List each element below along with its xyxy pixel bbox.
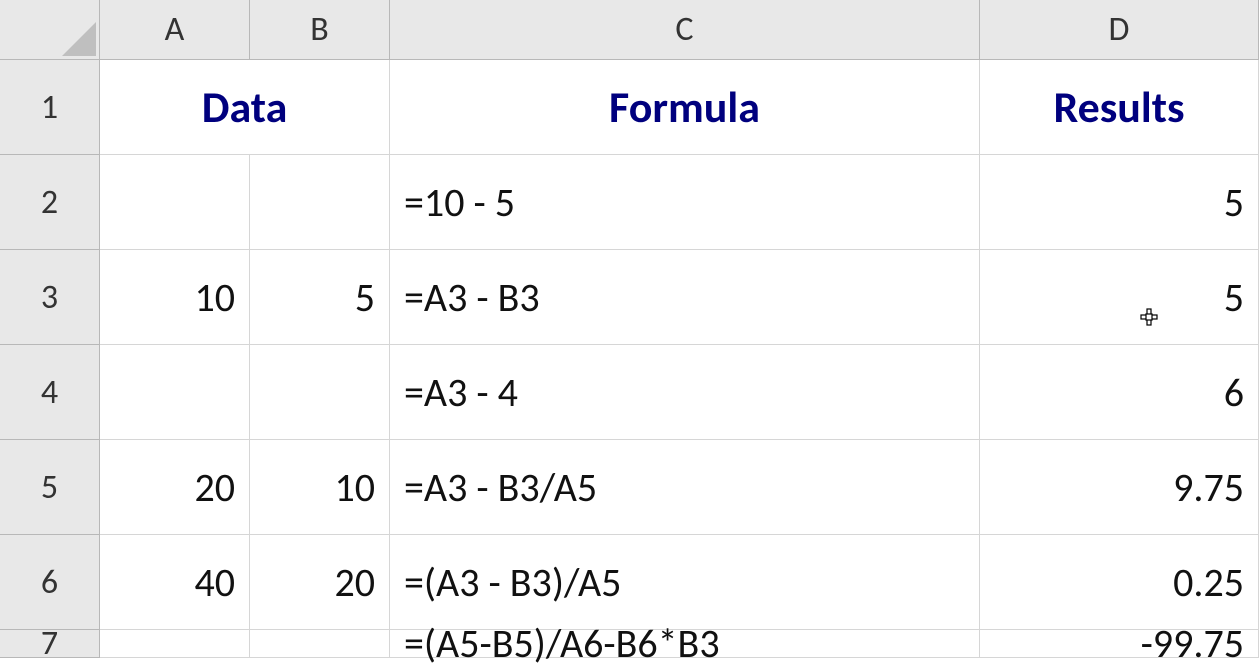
select-all-corner[interactable]: [0, 0, 100, 60]
spreadsheet-grid: A B C D 1 Data Formula Results 2 =10 - 5…: [0, 0, 1259, 658]
cell-C4[interactable]: =A3 - 4: [390, 345, 980, 440]
cell-B5[interactable]: 10: [250, 440, 390, 535]
header-data[interactable]: Data: [100, 60, 390, 155]
cell-C3[interactable]: =A3 - B3: [390, 250, 980, 345]
cell-A4[interactable]: [100, 345, 250, 440]
row-header-4[interactable]: 4: [0, 345, 100, 440]
row-header-7[interactable]: 7: [0, 630, 100, 658]
cell-A3[interactable]: 10: [100, 250, 250, 345]
row-header-6[interactable]: 6: [0, 535, 100, 630]
col-header-D[interactable]: D: [980, 0, 1259, 60]
cell-B2[interactable]: [250, 155, 390, 250]
cell-C6[interactable]: =(A3 - B3)/A5: [390, 535, 980, 630]
row-header-5[interactable]: 5: [0, 440, 100, 535]
cell-D4[interactable]: 6: [980, 345, 1259, 440]
cell-C5[interactable]: =A3 - B3/A5: [390, 440, 980, 535]
select-all-triangle-icon: [61, 21, 97, 57]
cell-D7[interactable]: -99.75: [980, 630, 1259, 658]
cell-C7[interactable]: =(A5-B5)/A6-B6*B3: [390, 630, 980, 658]
cell-D3[interactable]: 5: [980, 250, 1259, 345]
cell-A5[interactable]: 20: [100, 440, 250, 535]
cell-C2[interactable]: =10 - 5: [390, 155, 980, 250]
col-header-C[interactable]: C: [390, 0, 980, 60]
row-header-3[interactable]: 3: [0, 250, 100, 345]
col-header-A[interactable]: A: [100, 0, 250, 60]
cell-B7[interactable]: [250, 630, 390, 658]
cell-B3[interactable]: 5: [250, 250, 390, 345]
cell-B4[interactable]: [250, 345, 390, 440]
cell-D6[interactable]: 0.25: [980, 535, 1259, 630]
row-header-2[interactable]: 2: [0, 155, 100, 250]
cell-D2[interactable]: 5: [980, 155, 1259, 250]
cell-B6[interactable]: 20: [250, 535, 390, 630]
cell-D5[interactable]: 9.75: [980, 440, 1259, 535]
cell-A7[interactable]: [100, 630, 250, 658]
header-results[interactable]: Results: [980, 60, 1259, 155]
cell-A6[interactable]: 40: [100, 535, 250, 630]
header-formula[interactable]: Formula: [390, 60, 980, 155]
col-header-B[interactable]: B: [250, 0, 390, 60]
row-header-1[interactable]: 1: [0, 60, 100, 155]
cell-A2[interactable]: [100, 155, 250, 250]
